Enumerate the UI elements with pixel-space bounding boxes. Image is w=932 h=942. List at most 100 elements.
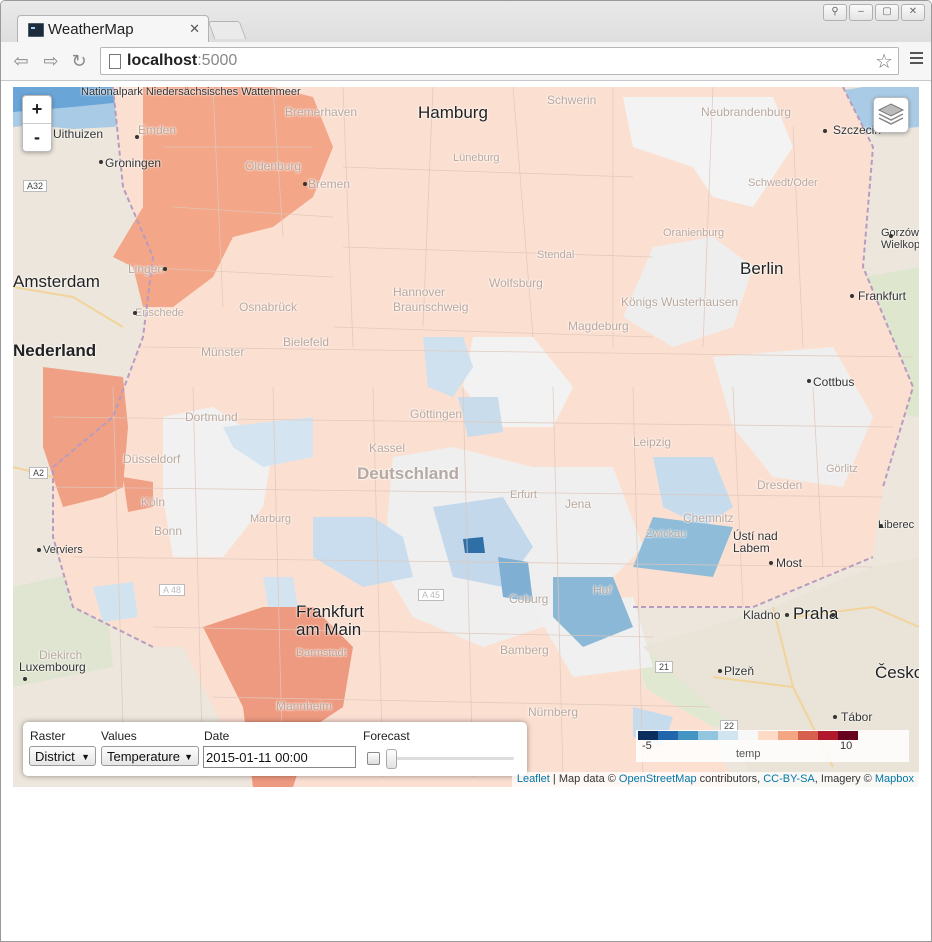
city-dot	[823, 129, 827, 133]
place-label: Cottbus	[813, 375, 855, 389]
tab-weathermap[interactable]: WeatherMap ✕	[17, 15, 209, 44]
title-bar: WeatherMap ✕ ⚲ – ▢ ✕	[1, 1, 931, 44]
raster-label: Raster	[30, 729, 66, 743]
place-label: Mannheim	[276, 699, 333, 713]
city-dot	[833, 715, 837, 719]
legend-swatch	[678, 731, 698, 740]
road-shield: A 45	[418, 589, 445, 601]
place-label: Bamberg	[500, 643, 549, 657]
legend-swatch	[658, 731, 678, 740]
city-dot	[135, 135, 139, 139]
address-bar[interactable]: localhost:5000 ☆	[100, 47, 899, 75]
minimize-button[interactable]: –	[849, 4, 873, 21]
place-label: Bielefeld	[283, 335, 330, 349]
forecast-slider-track[interactable]	[386, 757, 514, 760]
terminal-favicon-icon	[28, 23, 44, 37]
legend-swatch	[698, 731, 718, 740]
date-input[interactable]	[203, 746, 356, 768]
place-label: Magdeburg	[568, 319, 629, 333]
place-label: Berlin	[740, 259, 784, 278]
close-window-button[interactable]: ✕	[901, 4, 925, 21]
place-label: Lingen	[128, 262, 165, 276]
place-label: Dortmund	[185, 410, 238, 424]
place-label: Gorzów Wielkopolski	[881, 227, 919, 251]
attribution-text: | Map data ©	[549, 773, 619, 785]
window-controls: ⚲ – ▢ ✕	[823, 4, 925, 21]
place-label: Amsterdam	[13, 272, 100, 291]
place-label: Groningen	[105, 156, 162, 170]
bookmark-star-icon[interactable]: ☆	[875, 49, 893, 74]
place-label: Osnabrück	[239, 300, 298, 314]
place-label: Görlitz	[826, 463, 858, 475]
place-label: Dresden	[757, 478, 803, 492]
close-tab-icon[interactable]: ✕	[189, 21, 200, 37]
date-label: Date	[204, 729, 230, 743]
place-label: Marburg	[250, 513, 291, 525]
legend-swatch	[758, 731, 778, 740]
openstreetmap-link[interactable]: OpenStreetMap	[619, 773, 697, 785]
back-arrow-icon[interactable]: ⇦	[9, 50, 33, 72]
city-dot	[303, 182, 307, 186]
place-label: Braunschweig	[393, 300, 469, 314]
place-label: Uithuizen	[53, 127, 104, 141]
forecast-label: Forecast	[363, 729, 410, 743]
place-label: Göttingen	[410, 407, 463, 421]
license-link[interactable]: CC-BY-SA	[763, 773, 815, 785]
place-label: Bremen	[308, 177, 351, 191]
leaflet-link[interactable]: Leaflet	[517, 773, 550, 785]
road-shield: A2	[29, 467, 49, 479]
place-label: Königs Wusterhausen	[621, 295, 739, 309]
hamburger-menu-icon[interactable]	[910, 52, 923, 66]
zoom-control: + -	[22, 95, 52, 152]
legend-color-scale	[638, 731, 858, 740]
road-shield: A32	[23, 180, 48, 192]
new-tab-button[interactable]	[207, 21, 247, 39]
road-shield: A 48	[159, 584, 186, 596]
user-icon[interactable]: ⚲	[823, 4, 847, 21]
city-dot	[785, 613, 789, 617]
weather-map[interactable]: Nationalpark Niedersächsisches Wattenmee…	[13, 87, 919, 787]
place-label: Luxembourg	[19, 660, 86, 674]
place-label: Emden	[138, 123, 177, 137]
place-label: Jena	[565, 497, 592, 511]
layers-icon	[877, 103, 905, 125]
place-label: Most	[776, 556, 803, 570]
layers-button[interactable]	[873, 97, 909, 133]
raster-select[interactable]: District ▼	[29, 746, 96, 766]
place-label: Hof	[593, 583, 612, 597]
forecast-checkbox[interactable]	[367, 752, 380, 765]
place-label: Neubrandenburg	[701, 105, 792, 119]
legend-max: 10	[840, 740, 853, 752]
place-label: Frankfurt am Main	[296, 602, 365, 639]
place-label: Wolfsburg	[489, 276, 543, 290]
city-dot	[889, 234, 893, 238]
place-label: Schwedt/Oder	[748, 177, 818, 189]
zoom-out-button[interactable]: -	[23, 124, 51, 151]
place-label: Česko	[875, 663, 919, 682]
city-dot	[23, 677, 27, 681]
url-text: localhost:5000	[127, 52, 237, 70]
city-dot	[807, 379, 811, 383]
raster-select-value: District	[35, 749, 75, 764]
legend-swatch	[838, 731, 858, 740]
legend-swatch	[638, 731, 658, 740]
chevron-down-icon: ▼	[81, 752, 90, 762]
forecast-slider-handle[interactable]	[386, 749, 397, 769]
mapbox-link[interactable]: Mapbox	[875, 773, 914, 785]
place-label: Oranienburg	[663, 227, 725, 239]
place-label: Plzeň	[724, 664, 755, 678]
reload-icon[interactable]: ↻	[67, 50, 91, 72]
place-label: Erfurt	[510, 489, 537, 501]
place-label: Kladno	[743, 608, 781, 622]
place-label: Düsseldorf	[123, 452, 181, 466]
forward-arrow-icon[interactable]: ⇨	[39, 50, 63, 72]
place-label: Enschede	[135, 307, 184, 319]
zoom-in-button[interactable]: +	[23, 96, 51, 124]
values-select[interactable]: Temperature ▼	[101, 746, 199, 766]
legend-swatch	[818, 731, 838, 740]
country-label: Deutschland	[357, 464, 460, 483]
place-label: Kassel	[369, 441, 406, 455]
maximize-button[interactable]: ▢	[875, 4, 899, 21]
legend-title: temp	[736, 748, 761, 760]
place-label: Hamburg	[418, 103, 488, 122]
